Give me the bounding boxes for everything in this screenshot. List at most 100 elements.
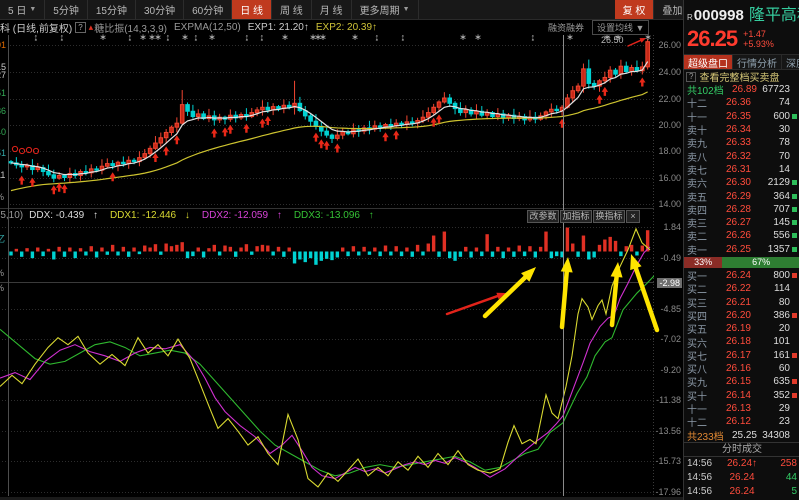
bid-row[interactable]: 十一26.1329 bbox=[684, 402, 799, 415]
volume-mark-icon bbox=[792, 300, 797, 305]
stock-header: R 000998 隆平高科 26.25 +1.47 +5.93% bbox=[684, 0, 799, 52]
axis-tick: -11.38 bbox=[656, 395, 681, 405]
bid-ask-ratio-bar: 33% 67% bbox=[684, 257, 799, 268]
ask-rows: 卖十26.3430卖九26.3378卖八26.3270卖七26.3114卖六26… bbox=[684, 123, 799, 256]
ask-row[interactable]: 卖四26.28707 bbox=[684, 203, 799, 216]
ddx1-arrow-icon: ↓ bbox=[185, 210, 190, 221]
bid-row[interactable]: 买九26.15635 bbox=[684, 375, 799, 388]
panel-tab[interactable]: 行情分析 bbox=[733, 55, 782, 69]
period-tab[interactable]: 30分钟 bbox=[136, 0, 184, 19]
axis-tick: 22.00 bbox=[658, 94, 681, 104]
signal-arrow-icon: ▴ bbox=[89, 22, 94, 33]
price-axis-column: 26.0024.0022.0020.0018.0016.0014.001.84-… bbox=[654, 0, 683, 500]
trade-row: 14:5626.2444 bbox=[684, 471, 799, 485]
price-change-block: +1.47 +5.93% bbox=[743, 29, 774, 49]
volume-mark-icon bbox=[792, 167, 797, 172]
trade-list[interactable]: 14:5626.24↑25814:5626.244414:5626.245 bbox=[684, 457, 799, 499]
ddx2-arrow-icon: ↑ bbox=[277, 210, 282, 221]
period-tab[interactable]: 更多周期▼ bbox=[352, 0, 419, 19]
period-tab[interactable]: 日 线 bbox=[232, 0, 272, 19]
ask-row[interactable]: 十二26.3674 bbox=[684, 96, 799, 109]
ask-row[interactable]: 卖三26.27145 bbox=[684, 216, 799, 229]
period-tab[interactable]: 5 日▼ bbox=[0, 0, 45, 19]
period-tab[interactable]: 月 线 bbox=[312, 0, 352, 19]
ask-row[interactable]: 卖八26.3270 bbox=[684, 149, 799, 162]
ask-row[interactable]: 十一26.35600 bbox=[684, 110, 799, 123]
indicator-button[interactable]: 换指标 bbox=[593, 210, 625, 223]
indicator-button[interactable]: 加指标 bbox=[560, 210, 592, 223]
bid-row[interactable]: 买八26.1660 bbox=[684, 362, 799, 375]
clipped-text-fragment: 11 bbox=[0, 170, 5, 180]
volume-mark-icon bbox=[792, 419, 797, 424]
bid-rows: 买一26.24800买二26.22114买三26.2180买四26.20386买… bbox=[684, 269, 799, 429]
ask-summary-row: 共102档 26.89 67723 bbox=[684, 83, 799, 96]
period-tab[interactable]: 15分钟 bbox=[88, 0, 136, 19]
panel-tabs: 超级盘口行情分析深度分析 bbox=[684, 54, 799, 70]
clipped-text-fragment: 01 bbox=[0, 40, 6, 50]
volume-mark-icon bbox=[792, 247, 797, 252]
axis-tick: -2.98 bbox=[657, 278, 682, 288]
volume-mark-icon bbox=[792, 313, 797, 318]
period-tab[interactable]: 60分钟 bbox=[184, 0, 232, 19]
indicator-button[interactable]: × bbox=[626, 210, 640, 223]
axis-tick: 24.00 bbox=[658, 67, 681, 77]
volume-mark-icon bbox=[792, 100, 797, 105]
ask-row[interactable]: 卖五26.29364 bbox=[684, 189, 799, 202]
price-change-pct: +5.93% bbox=[743, 39, 774, 49]
ma-settings-dropdown[interactable]: 设置均线 ▼ bbox=[592, 20, 649, 35]
clipped-text-fragment: 亿 bbox=[0, 232, 5, 245]
ddx3-arrow-icon: ↑ bbox=[369, 210, 374, 221]
price-change: +1.47 bbox=[743, 29, 766, 39]
clipped-text-fragment: 51 bbox=[0, 148, 6, 158]
clipped-text-fragment: 51 bbox=[0, 88, 6, 98]
volume-mark-icon bbox=[792, 273, 797, 278]
axis-tick: -17.96 bbox=[655, 487, 681, 497]
exp2-arrow-icon: ↑ bbox=[372, 22, 377, 33]
volume-mark-icon bbox=[792, 207, 797, 212]
indicator-button[interactable]: 改参数 bbox=[527, 210, 559, 223]
rights-flag: R bbox=[687, 13, 693, 22]
ddx1-value: DDX1: -12.446 ↓ bbox=[110, 210, 196, 221]
bid-row[interactable]: 十二26.1223 bbox=[684, 415, 799, 428]
trades-header: 分时成交 bbox=[684, 442, 799, 457]
axis-tick: -0.49 bbox=[660, 253, 681, 263]
help-icon[interactable]: ? bbox=[75, 22, 85, 33]
chart-mode-label: 科 (日线,前复权) bbox=[0, 20, 72, 35]
bid-row[interactable]: 买三26.2180 bbox=[684, 295, 799, 308]
full-depth-link[interactable]: ? 查看完整档买卖盘 bbox=[684, 70, 799, 83]
period-tab[interactable]: 周 线 bbox=[272, 0, 312, 19]
volume-mark-icon bbox=[792, 406, 797, 411]
ask-row[interactable]: 卖十26.3430 bbox=[684, 123, 799, 136]
last-price: 26.25 bbox=[687, 26, 737, 52]
ddx3-value: DDX3: -13.096 ↑ bbox=[294, 210, 380, 221]
chart-tool-button[interactable]: 复 权 bbox=[615, 0, 655, 19]
axis-tick: -7.02 bbox=[660, 334, 681, 344]
ask-row[interactable]: 卖七26.3114 bbox=[684, 163, 799, 176]
panel-tab[interactable]: 超级盘口 bbox=[684, 55, 733, 69]
kline-chart-canvas[interactable] bbox=[0, 0, 683, 500]
volume-mark-icon bbox=[792, 339, 797, 344]
ask-row[interactable]: 卖九26.3378 bbox=[684, 136, 799, 149]
bid-row[interactable]: 买十26.14352 bbox=[684, 389, 799, 402]
bid-row[interactable]: 买六26.18101 bbox=[684, 335, 799, 348]
volume-mark-icon bbox=[792, 140, 797, 145]
help-icon[interactable]: ? bbox=[686, 72, 696, 82]
clipped-text-fragment: 40 bbox=[0, 127, 6, 137]
period-tab[interactable]: 5分钟 bbox=[45, 0, 88, 19]
bid-row[interactable]: 买四26.20386 bbox=[684, 309, 799, 322]
margin-trading-link[interactable]: 融资融券 bbox=[548, 21, 584, 34]
axis-tick: -4.85 bbox=[660, 304, 681, 314]
volume-mark-icon bbox=[792, 366, 797, 371]
left-clipped-strip: 0115275186405111%亿%% bbox=[0, 30, 8, 500]
ask-row[interactable]: 卖一26.251357 bbox=[684, 243, 799, 256]
ddx-value: DDX: -0.439 ↑ bbox=[29, 210, 104, 221]
ask-row[interactable]: 卖六26.302129 bbox=[684, 176, 799, 189]
bid-row[interactable]: 买五26.1920 bbox=[684, 322, 799, 335]
axis-tick: -13.56 bbox=[655, 426, 681, 436]
panel-tab[interactable]: 深度分析 bbox=[782, 55, 799, 69]
ask-row[interactable]: 卖二26.26556 bbox=[684, 229, 799, 242]
axis-tick: 20.00 bbox=[658, 120, 681, 130]
bid-row[interactable]: 买七26.17161 bbox=[684, 349, 799, 362]
bid-row[interactable]: 买一26.24800 bbox=[684, 269, 799, 282]
bid-row[interactable]: 买二26.22114 bbox=[684, 282, 799, 295]
